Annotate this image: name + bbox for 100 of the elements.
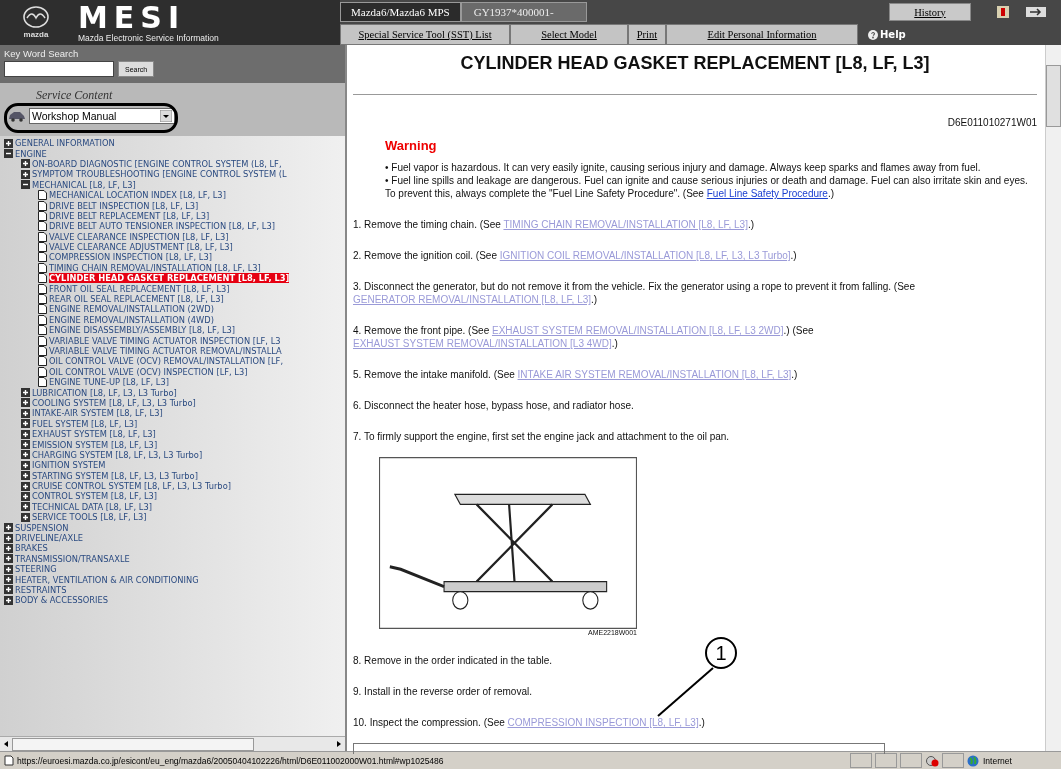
book-icon[interactable] <box>995 5 1011 19</box>
tree-item[interactable]: DRIVELINE/AXLE <box>15 533 84 544</box>
tree-item[interactable]: CONTROL SYSTEM [L8, LF, L3] <box>32 491 158 502</box>
tree-item[interactable]: VARIABLE VALVE TIMING ACTUATOR REMOVAL/INSTALLA <box>49 346 282 356</box>
dropdown-arrow-icon[interactable] <box>160 110 172 122</box>
tree-item[interactable]: OIL CONTROL VALVE (OCV) INSPECTION [LF, L3] <box>49 366 248 377</box>
vertical-scrollbar[interactable] <box>1045 45 1061 751</box>
page-icon <box>38 242 47 253</box>
tree-item[interactable]: INTAKE-AIR SYSTEM [L8, LF, L3] <box>32 408 163 419</box>
tree-item[interactable]: EMISSION SYSTEM [L8, LF, L3] <box>32 439 158 450</box>
tree-item[interactable]: ENGINE TUNE-UP [L8, LF, L3] <box>49 377 169 388</box>
tree-item[interactable]: EXHAUST SYSTEM [L8, LF, L3] <box>32 429 156 440</box>
status-url: https://euroesi.mazda.co.jp/esicont/eu_eng/mazda6/20050404102226/html/D6E011002000W01.html#wp1025486 <box>17 755 444 766</box>
tree-item[interactable]: MECHANICAL [L8, LF, L3] <box>32 179 136 190</box>
page-icon <box>38 294 47 305</box>
expand-icon[interactable] <box>4 595 13 605</box>
expand-icon[interactable] <box>21 169 30 179</box>
expand-icon[interactable] <box>21 419 30 429</box>
scroll-right-icon[interactable] <box>335 740 343 748</box>
expand-icon[interactable] <box>4 543 13 553</box>
nav-link[interactable]: Edit Personal Information <box>666 24 858 45</box>
nav-link[interactable]: Select Model <box>510 24 628 45</box>
collapse-icon[interactable] <box>4 149 13 159</box>
tree-item[interactable]: COMPRESSION INSPECTION [L8, LF, L3] <box>49 252 212 263</box>
expand-icon[interactable] <box>4 554 13 564</box>
exit-icon[interactable] <box>1025 6 1047 18</box>
expand-icon[interactable] <box>21 159 30 169</box>
tree-item[interactable]: LUBRICATION [L8, LF, L3, L3 Turbo] <box>32 387 177 398</box>
tree-item[interactable]: REAR OIL SEAL REPLACEMENT [L8, LF, L3] <box>49 294 224 305</box>
help-link[interactable]: Help <box>880 29 906 40</box>
expand-icon[interactable] <box>21 440 30 449</box>
tree-item[interactable]: IGNITION SYSTEM <box>32 460 106 471</box>
tree-item[interactable]: TECHNICAL DATA [L8, LF, L3] <box>32 501 152 512</box>
tree-item[interactable]: VARIABLE VALVE TIMING ACTUATOR INSPECTION [LF, L3 <box>49 335 281 346</box>
tree-item[interactable]: SUSPENSION <box>15 522 69 533</box>
expand-icon[interactable] <box>21 388 30 398</box>
tree-item[interactable]: STARTING SYSTEM [L8, LF, L3, L3 Turbo] <box>32 470 198 481</box>
expand-icon[interactable] <box>4 585 13 595</box>
tree-item[interactable]: ENGINE REMOVAL/INSTALLATION (4WD) <box>49 314 214 325</box>
expand-icon[interactable] <box>21 491 30 501</box>
expand-icon[interactable] <box>21 471 30 481</box>
scroll-left-icon[interactable] <box>2 740 10 748</box>
brand-name: mazda <box>23 30 49 39</box>
expand-icon[interactable] <box>21 481 30 491</box>
tree-item[interactable]: GENERAL INFORMATION <box>15 138 115 149</box>
page-icon <box>38 283 47 294</box>
tree-item[interactable]: FRONT OIL SEAL REPLACEMENT [L8, LF, L3] <box>49 283 230 294</box>
expand-icon[interactable] <box>21 460 30 470</box>
page-icon <box>38 335 47 346</box>
collapse-icon[interactable] <box>21 180 30 190</box>
tree-item[interactable]: ON-BOARD DIAGNOSTIC [ENGINE CONTROL SYSTEM (L8, LF, <box>32 158 282 169</box>
tree-item[interactable]: OIL CONTROL VALVE (OCV) REMOVAL/INSTALLATION [LF, <box>49 356 284 367</box>
expand-icon[interactable] <box>21 502 30 512</box>
tree-item[interactable]: DRIVE BELT REPLACEMENT [L8, LF, L3] <box>49 210 210 221</box>
tree-item[interactable]: CHARGING SYSTEM [L8, LF, L3, L3 Turbo] <box>32 449 203 460</box>
tree-item[interactable]: TIMING CHAIN REMOVAL/INSTALLATION [L8, LF, L3] <box>49 262 261 273</box>
tree-item[interactable]: ENGINE <box>15 148 47 159</box>
expand-icon[interactable] <box>4 523 13 533</box>
tree-item[interactable]: MECHANICAL LOCATION INDEX [L8, LF, L3] <box>49 190 226 201</box>
nav-link[interactable]: Print <box>628 24 666 45</box>
tree-item[interactable]: SERVICE TOOLS [L8, LF, L3] <box>32 512 147 523</box>
tree-item[interactable]: VALVE CLEARANCE INSPECTION [L8, LF, L3] <box>49 231 229 242</box>
tree-item[interactable]: SYMPTOM TROUBLESHOOTING [ENGINE CONTROL SYSTEM (L <box>32 169 287 180</box>
tree-item[interactable]: STEERING <box>15 564 57 575</box>
tree-item[interactable]: DRIVE BELT AUTO TENSIONER INSPECTION [L8, LF, L3] <box>49 221 275 232</box>
expand-icon[interactable] <box>21 408 30 418</box>
expand-icon[interactable] <box>21 450 30 460</box>
expand-icon[interactable] <box>21 398 30 408</box>
search-field[interactable] <box>4 61 114 77</box>
tree-item[interactable]: RESTRAINTS <box>15 585 67 595</box>
tree-item[interactable]: BODY & ACCESSORIES <box>15 595 108 606</box>
tree-item[interactable]: ENGINE REMOVAL/INSTALLATION (2WD) <box>49 304 214 315</box>
reference-link[interactable]: Fuel Line Safety Procedure <box>706 188 828 199</box>
expand-icon[interactable] <box>4 575 13 585</box>
nav-link[interactable]: Special Service Tool (SST) List <box>340 24 510 45</box>
tree-item[interactable]: COOLING SYSTEM [L8, LF, L3, L3 Turbo] <box>32 397 196 408</box>
expand-icon[interactable] <box>4 138 13 148</box>
page-icon <box>38 356 47 367</box>
tree-item[interactable]: ENGINE DISASSEMBLY/ASSEMBLY [L8, LF, L3] <box>49 325 236 336</box>
help-icon[interactable] <box>868 29 878 40</box>
history-button[interactable]: History <box>889 3 971 21</box>
expand-icon[interactable] <box>21 512 30 522</box>
horizontal-scrollbar[interactable] <box>0 736 345 751</box>
expand-icon[interactable] <box>21 429 30 439</box>
callout-marker: 1 <box>705 637 737 669</box>
tree-item[interactable]: HEATER, VENTILATION & AIR CONDITIONING <box>15 574 199 585</box>
manual-dropdown[interactable]: Workshop Manual <box>29 108 175 124</box>
step-text: 7. To firmly support the engine, first set the engine jack and attachment to the oil pan. <box>353 430 731 443</box>
tree-item[interactable]: BRAKES <box>15 543 48 554</box>
expand-icon[interactable] <box>4 564 13 574</box>
expand-icon[interactable] <box>4 533 13 543</box>
tree-item[interactable]: TRANSMISSION/TRANSAXLE <box>15 553 130 564</box>
tree-item[interactable]: CYLINDER HEAD GASKET REPLACEMENT [L8, LF, L3] <box>49 273 290 284</box>
page-icon <box>38 304 47 315</box>
tree-item[interactable]: FUEL SYSTEM [L8, LF, L3] <box>32 418 138 429</box>
page-icon <box>38 314 47 325</box>
tree-item[interactable]: VALVE CLEARANCE ADJUSTMENT [L8, LF, L3] <box>49 242 233 253</box>
tree-item[interactable]: DRIVE BELT INSPECTION [L8, LF, L3] <box>49 200 199 211</box>
step-text: 1. Remove the timing chain. (See TIMING CHAIN REMOVAL/INSTALLATION [L8, LF, L3].) <box>353 218 756 231</box>
tree-item[interactable]: CRUISE CONTROL SYSTEM [L8, LF, L3, L3 Turbo] <box>32 481 231 492</box>
